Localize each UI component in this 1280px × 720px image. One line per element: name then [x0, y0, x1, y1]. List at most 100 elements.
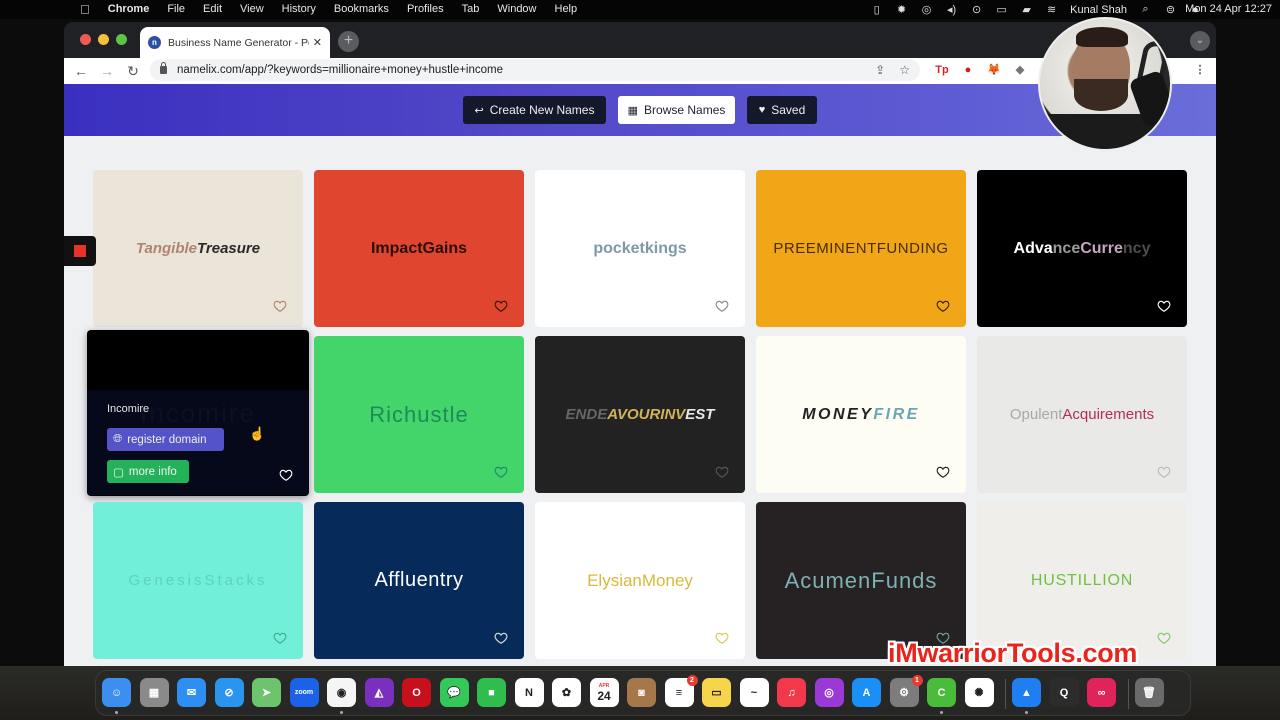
close-window-button[interactable]	[80, 34, 91, 45]
chrome-menu-icon[interactable]: ⋮	[1192, 62, 1208, 78]
name-card[interactable]: HUSTILLION	[977, 502, 1187, 659]
dock-app-store-icon[interactable]: A	[852, 678, 881, 707]
dock-facetime-icon[interactable]: ■	[477, 678, 506, 707]
dock-reminders-icon[interactable]: ≡ 2	[664, 675, 698, 707]
puzzle-extension-icon[interactable]: ◆	[1012, 62, 1028, 78]
name-card[interactable]: ElysianMoney	[535, 502, 745, 659]
register-domain-button[interactable]: 🌐︎ register domain	[107, 428, 224, 451]
bookmark-star-icon[interactable]: ☆	[899, 59, 910, 81]
address-bar[interactable]: namelix.com/app/?keywords=millionaire+mo…	[150, 59, 920, 81]
menu-profiles[interactable]: Profiles	[398, 0, 453, 19]
save-heart-icon[interactable]	[1157, 465, 1171, 479]
save-heart-icon[interactable]	[273, 299, 287, 313]
save-heart-icon[interactable]	[715, 465, 729, 479]
menu-app-name[interactable]: Chrome	[99, 0, 159, 19]
url-text[interactable]: namelix.com/app/?keywords=millionaire+mo…	[177, 64, 503, 76]
name-card[interactable]: Opulent Acquirements	[977, 336, 1187, 493]
apple-menu-icon[interactable]: 	[80, 0, 99, 19]
play-icon[interactable]: ⊙	[970, 4, 983, 16]
dock-cleanmymac-icon[interactable]: ✺	[964, 678, 994, 707]
new-tab-button[interactable]: +	[338, 31, 359, 52]
dock-opera-icon[interactable]: O	[402, 678, 431, 707]
menu-window[interactable]: Window	[488, 0, 545, 19]
name-card[interactable]: Tangible Treasure	[93, 170, 303, 327]
name-card[interactable]: MONEY FIRE	[756, 336, 966, 493]
save-heart-icon[interactable]	[715, 631, 729, 645]
save-heart-icon[interactable]	[936, 299, 950, 313]
dock-mail-icon[interactable]: ✉	[177, 678, 206, 707]
brightness-icon[interactable]: ✹	[895, 4, 908, 16]
dock-keynote-icon[interactable]: ▲	[1012, 678, 1041, 707]
browse-names-button[interactable]: ▦ Browse Names	[618, 96, 735, 124]
screen-recorder-icon[interactable]: ▯	[870, 4, 883, 16]
name-card[interactable]: ImpactGains	[314, 170, 524, 327]
screen-recorder-control[interactable]	[64, 236, 96, 266]
dock-chrome-icon[interactable]: ◉	[327, 678, 356, 707]
menu-help[interactable]: Help	[546, 0, 587, 19]
dock-camtasia-icon[interactable]: C	[927, 678, 956, 707]
menu-view[interactable]: View	[231, 0, 273, 19]
name-card[interactable]: ENDE AVOURINV EST	[535, 336, 745, 493]
save-heart-icon[interactable]	[715, 299, 729, 313]
minimize-window-button[interactable]	[98, 34, 109, 45]
volume-icon[interactable]: ◂)	[945, 4, 958, 16]
forward-arrow-icon[interactable]: →	[94, 63, 120, 79]
save-heart-icon[interactable]	[1157, 299, 1171, 313]
name-card[interactable]: Adva nce Curre ncy	[977, 170, 1187, 327]
dock-trash-icon[interactable]: 🗑	[1134, 678, 1164, 707]
dock-maps-icon[interactable]: ➤	[252, 678, 281, 707]
dock-calendar-icon[interactable]: APR 24	[589, 678, 619, 707]
menubar-clock[interactable]: Mon 24 Apr 12:27	[1185, 0, 1272, 19]
name-card[interactable]: Affluentry	[314, 502, 524, 659]
display-icon[interactable]: ▭	[995, 4, 1008, 16]
saved-button[interactable]: ♥ Saved	[747, 96, 817, 124]
menu-bookmarks[interactable]: Bookmarks	[325, 0, 398, 19]
dock-safari-icon[interactable]: ⊘	[214, 678, 244, 707]
menu-tab[interactable]: Tab	[453, 0, 489, 19]
name-card[interactable]: AcumenFunds	[756, 502, 966, 659]
menu-file[interactable]: File	[158, 0, 194, 19]
dock-launchpad-icon[interactable]: ▦	[139, 678, 169, 707]
creative-cloud-icon[interactable]: ◎	[920, 4, 933, 16]
save-heart-icon[interactable]	[273, 631, 287, 645]
maximize-window-button[interactable]	[116, 34, 127, 45]
more-info-button[interactable]: ▢ more info	[107, 460, 189, 483]
dock-photos-icon[interactable]: ✿	[552, 678, 581, 707]
opera-adblock-extension-icon[interactable]: ●	[960, 62, 976, 78]
dock-creative-cloud-icon[interactable]: ∞	[1087, 678, 1116, 707]
save-heart-icon[interactable]	[936, 465, 950, 479]
dock-system-settings-icon[interactable]: ⚙ 1	[889, 675, 923, 707]
metamask-extension-icon[interactable]: 🦊	[986, 62, 1002, 78]
save-heart-icon[interactable]	[494, 631, 508, 645]
name-card[interactable]: PREEMINENTFUNDING	[756, 170, 966, 327]
user-name[interactable]: Kunal Shah	[1070, 4, 1127, 16]
dock-affinity-photo-icon[interactable]: ◭	[364, 678, 394, 707]
dock-podcasts-icon[interactable]: ◎	[814, 678, 844, 707]
browser-tab-active[interactable]: n Business Name Generator - Po ✕	[140, 27, 330, 58]
control-center-icon[interactable]: ⊜	[1164, 4, 1177, 16]
name-card[interactable]: pocketkings	[535, 170, 745, 327]
stop-recording-icon[interactable]	[74, 245, 86, 257]
save-heart-icon[interactable]	[1157, 631, 1171, 645]
dock-notion-icon[interactable]: N	[514, 678, 544, 707]
share-icon[interactable]: ⇪	[875, 59, 885, 81]
dock-quicktime-icon[interactable]: Q	[1049, 678, 1079, 707]
dock-zoom-icon[interactable]: zoom	[289, 678, 319, 707]
menu-edit[interactable]: Edit	[194, 0, 231, 19]
name-card[interactable]: IncomireIncomire🌐︎register domain▢more i…	[87, 330, 309, 496]
back-arrow-icon[interactable]: ←	[68, 63, 94, 79]
tp-extension-icon[interactable]: Tp	[934, 62, 950, 78]
dock-finder-icon[interactable]: ☺	[102, 678, 131, 707]
save-heart-icon[interactable]	[494, 299, 508, 313]
name-card[interactable]: GenesisStacks	[93, 502, 303, 659]
save-heart-icon[interactable]	[279, 468, 293, 482]
dock-messages-icon[interactable]: 💬	[439, 678, 469, 707]
close-tab-icon[interactable]: ✕	[313, 36, 322, 49]
menu-history[interactable]: History	[273, 0, 325, 19]
dock-music-icon[interactable]: ♫	[777, 678, 806, 707]
create-new-names-button[interactable]: ↩ Create New Names	[463, 96, 606, 124]
dock-freeform-icon[interactable]: ~	[739, 678, 769, 707]
dock-contacts-icon[interactable]: ◙	[627, 678, 656, 707]
reload-icon[interactable]: ↻	[120, 63, 146, 80]
name-card[interactable]: Richustle	[314, 336, 524, 493]
